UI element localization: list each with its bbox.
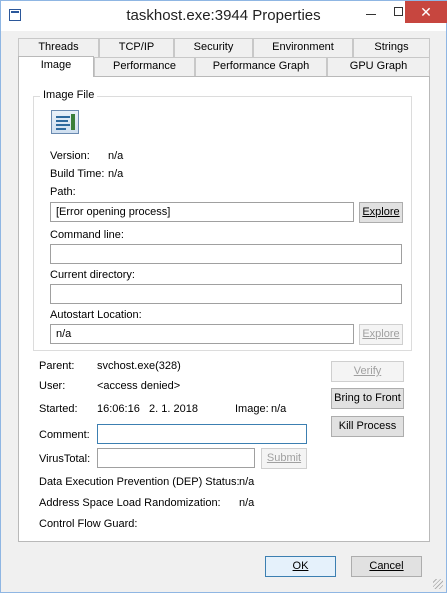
- dep-status-value: n/a: [239, 476, 255, 488]
- aslr-value: n/a: [239, 497, 255, 509]
- image-tab-panel: Image File Version: n/a Build Time: n/a …: [18, 76, 430, 542]
- current-directory-label: Current directory:: [50, 269, 135, 281]
- virustotal-label: VirusTotal:: [39, 453, 91, 465]
- tab-tcpip[interactable]: TCP/IP: [99, 38, 174, 57]
- ok-label: OK: [292, 560, 309, 572]
- image-label: Image:: [235, 403, 269, 415]
- image-value: n/a: [271, 403, 287, 415]
- tab-image[interactable]: Image: [18, 56, 94, 77]
- kill-process-label: Kill Process: [338, 420, 397, 432]
- autostart-field[interactable]: n/a: [50, 324, 354, 344]
- title-bar: taskhost.exe:3944 Properties ✕: [1, 1, 447, 31]
- tab-performance[interactable]: Performance: [94, 57, 195, 76]
- current-directory-field[interactable]: [50, 284, 402, 304]
- started-time: 16:06:16: [97, 403, 140, 415]
- version-label: Version:: [50, 150, 90, 162]
- path-explore-button[interactable]: Explore: [359, 202, 403, 223]
- close-icon: ✕: [420, 4, 432, 20]
- minimize-icon: [366, 14, 376, 15]
- tab-gpu-graph[interactable]: GPU Graph: [327, 57, 430, 76]
- cfg-label: Control Flow Guard:: [39, 518, 138, 530]
- verify-button[interactable]: Verify: [331, 361, 404, 382]
- image-file-group: Image File Version: n/a Build Time: n/a …: [33, 89, 412, 351]
- path-explore-label: Explore: [362, 206, 400, 218]
- verify-label: Verify: [353, 365, 382, 377]
- comment-input[interactable]: [97, 424, 307, 444]
- user-label: User:: [39, 380, 66, 392]
- command-line-field[interactable]: [50, 244, 402, 264]
- autostart-explore-label: Explore: [362, 328, 400, 340]
- minimize-button[interactable]: [357, 1, 385, 23]
- build-time-label: Build Time:: [50, 168, 105, 180]
- image-file-group-label: Image File: [40, 89, 98, 101]
- submit-button[interactable]: Submit: [261, 448, 307, 469]
- executable-icon: [51, 110, 79, 134]
- autostart-label: Autostart Location:: [50, 309, 142, 321]
- parent-label: Parent:: [39, 360, 75, 372]
- maximize-icon: [394, 7, 403, 16]
- properties-window: taskhost.exe:3944 Properties ✕ Threads T…: [0, 0, 447, 593]
- version-value: n/a: [108, 150, 124, 162]
- comment-label: Comment:: [39, 429, 90, 441]
- virustotal-input[interactable]: [97, 448, 255, 468]
- cancel-label: Cancel: [369, 560, 404, 572]
- kill-process-button[interactable]: Kill Process: [331, 416, 404, 437]
- path-field[interactable]: [Error opening process]: [50, 202, 354, 222]
- parent-value: svchost.exe(328): [97, 360, 181, 372]
- cancel-button[interactable]: Cancel: [351, 556, 422, 577]
- tab-security[interactable]: Security: [174, 38, 253, 57]
- build-time-value: n/a: [108, 168, 124, 180]
- tab-strings[interactable]: Strings: [353, 38, 430, 57]
- started-label: Started:: [39, 403, 78, 415]
- tab-environment[interactable]: Environment: [253, 38, 353, 57]
- dep-status-label: Data Execution Prevention (DEP) Status:: [39, 476, 240, 488]
- aslr-label: Address Space Load Randomization:: [39, 497, 221, 509]
- close-button[interactable]: ✕: [405, 1, 447, 23]
- submit-label: Submit: [266, 452, 302, 464]
- bring-to-front-label: Bring to Front: [334, 392, 401, 404]
- ok-button[interactable]: OK: [265, 556, 336, 577]
- bring-to-front-button[interactable]: Bring to Front: [331, 388, 404, 409]
- path-label: Path:: [50, 186, 76, 198]
- command-line-label: Command line:: [50, 229, 124, 241]
- resize-grip[interactable]: [433, 579, 443, 589]
- started-date: 2. 1. 2018: [149, 403, 198, 415]
- autostart-explore-button[interactable]: Explore: [359, 324, 403, 345]
- tab-performance-graph[interactable]: Performance Graph: [195, 57, 327, 76]
- user-value: <access denied>: [97, 380, 181, 392]
- tab-threads[interactable]: Threads: [18, 38, 99, 57]
